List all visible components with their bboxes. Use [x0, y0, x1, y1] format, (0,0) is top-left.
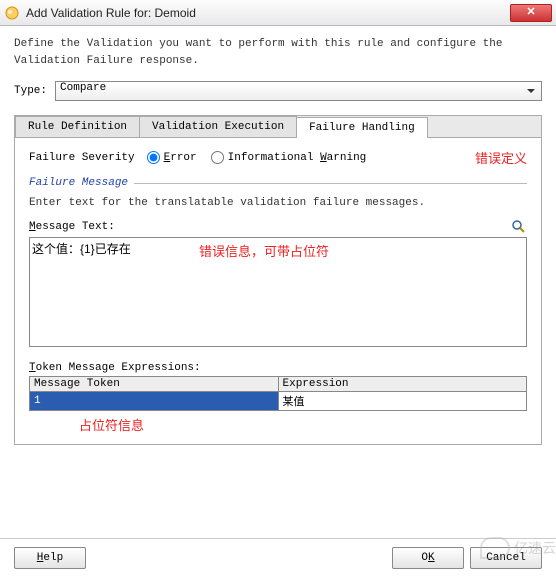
- type-value: Compare: [60, 82, 106, 94]
- annotation-token-hint: 占位符信息: [79, 415, 527, 434]
- col-message-token: Message Token: [30, 377, 279, 392]
- ok-button[interactable]: OK: [392, 547, 464, 569]
- failure-message-group: Failure Message: [29, 177, 527, 189]
- window-title: Add Validation Rule for: Demoid: [26, 6, 510, 20]
- radio-error-label: rror: [170, 152, 196, 164]
- radio-informational-input[interactable]: [211, 151, 224, 164]
- type-dropdown[interactable]: Compare: [55, 81, 542, 101]
- token-table: Message Token Expression 1 某值: [29, 376, 527, 411]
- radio-error-input[interactable]: [147, 151, 160, 164]
- search-icon[interactable]: [511, 219, 527, 235]
- type-label: Type:: [14, 85, 47, 97]
- token-expressions-label: Token Message Expressions:: [29, 362, 527, 374]
- tab-container: Rule Definition Validation Execution Fai…: [14, 115, 542, 445]
- close-button[interactable]: ✕: [510, 4, 552, 22]
- description-text: Define the Validation you want to perfor…: [14, 36, 542, 69]
- severity-label: Failure Severity: [29, 152, 135, 164]
- tab-rule-definition[interactable]: Rule Definition: [15, 116, 140, 137]
- tab-failure-handling[interactable]: Failure Handling: [296, 117, 428, 138]
- message-text-input[interactable]: [29, 237, 527, 347]
- col-expression: Expression: [278, 377, 527, 392]
- titlebar: Add Validation Rule for: Demoid ✕: [0, 0, 556, 26]
- table-row[interactable]: 1 某值: [30, 392, 527, 411]
- tab-validation-execution[interactable]: Validation Execution: [139, 116, 297, 137]
- watermark-text: 亿速云: [514, 538, 556, 558]
- footer: Help OK Cancel: [0, 538, 556, 569]
- watermark-logo-icon: [480, 537, 510, 559]
- radio-error[interactable]: Error: [147, 151, 197, 164]
- radio-informational[interactable]: Informational Warning: [211, 151, 367, 164]
- annotation-error-def: 错误定义: [475, 148, 527, 167]
- help-button[interactable]: Help: [14, 547, 86, 569]
- cell-expression[interactable]: 某值: [278, 392, 527, 411]
- watermark: 亿速云: [480, 537, 556, 559]
- failure-message-hint: Enter text for the translatable validati…: [29, 197, 527, 209]
- message-text-label: Message Text:: [29, 221, 115, 233]
- cell-token[interactable]: 1: [30, 392, 279, 411]
- app-icon: [4, 5, 20, 21]
